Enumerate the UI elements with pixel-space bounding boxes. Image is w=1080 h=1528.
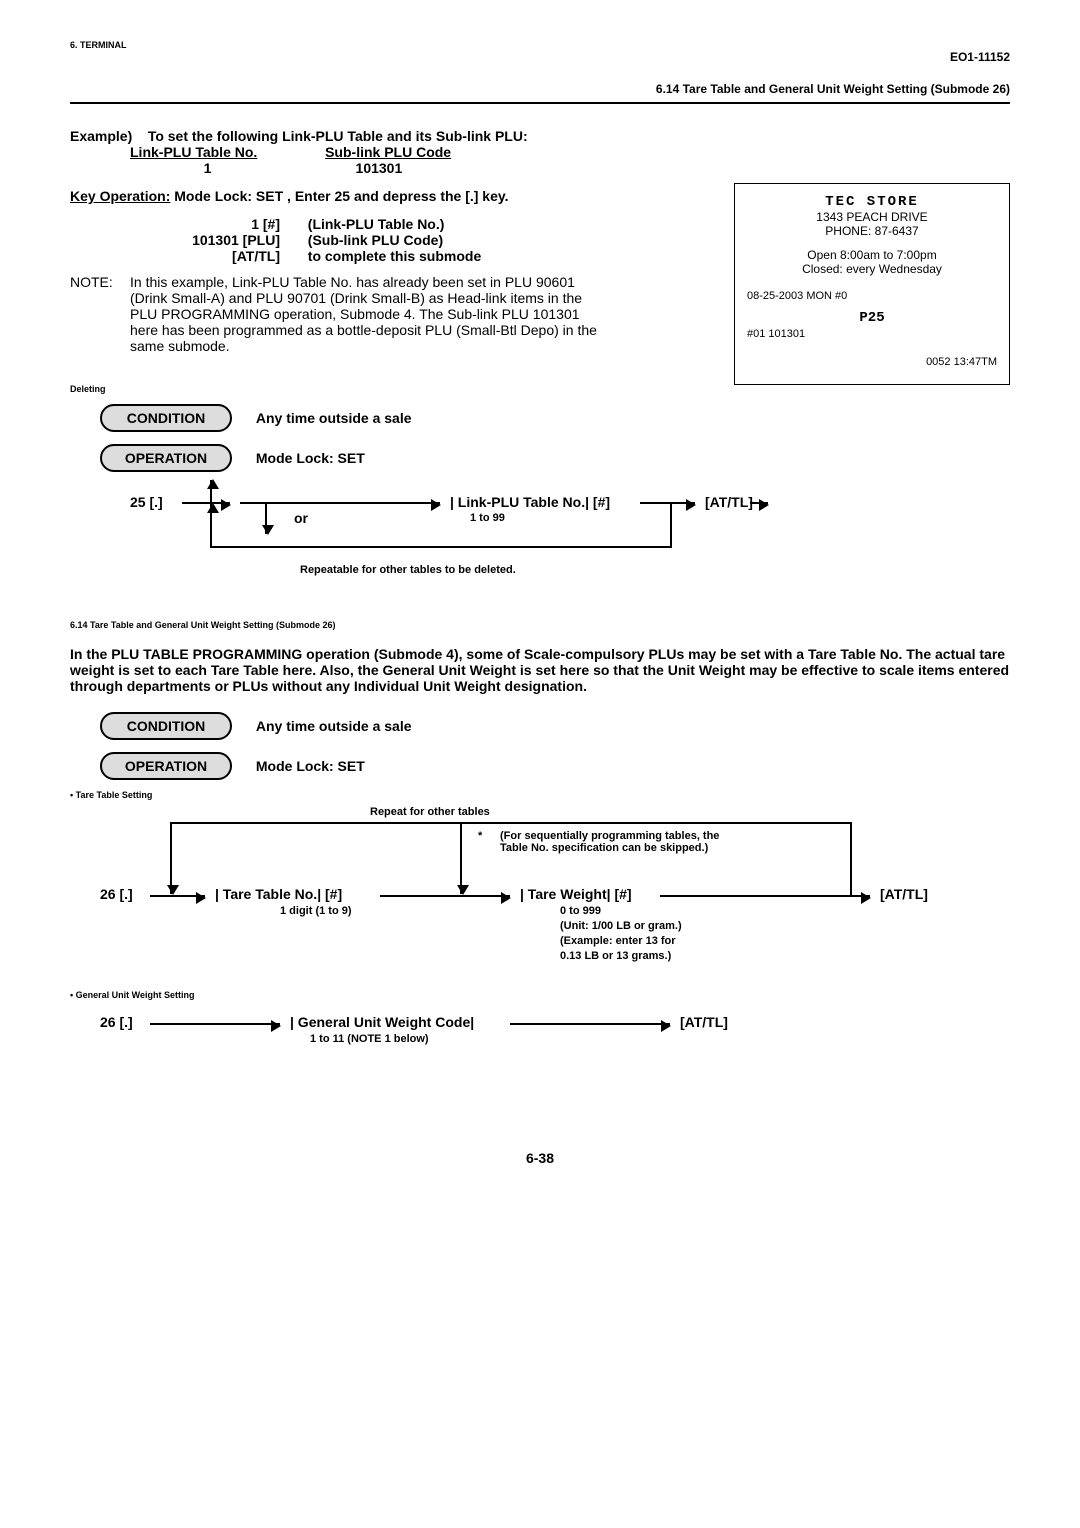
receipt-footer: 0052 13:47TM (747, 356, 997, 368)
tare-end: [AT/TL] (880, 886, 928, 902)
keyseq-1-right: (Link-PLU Table No.) (308, 216, 445, 232)
flow25-item: | Link-PLU Table No.| [#] (450, 494, 610, 510)
key-operation: Key Operation: Mode Lock: SET , Enter 25… (70, 188, 630, 204)
note-label: NOTE: (70, 274, 130, 354)
guw-prefix: 26 [.] (100, 1014, 133, 1030)
chapter-marker: 6. TERMINAL (70, 40, 1010, 50)
condition-text-2: Any time outside a sale (256, 718, 412, 734)
tare-wt-d3: (Example: enter 13 for (560, 935, 676, 947)
flow25-note: Repeatable for other tables to be delete… (300, 564, 516, 576)
example-col2-val: 101301 (289, 160, 469, 176)
tare-no-item: | Tare Table No.| [#] (215, 886, 342, 902)
note-text: In this example, Link-PLU Table No. has … (130, 274, 610, 354)
operation-text: Mode Lock: SET (256, 450, 365, 466)
receipt-store: TEC STORE (747, 194, 997, 210)
tare-no-detail: 1 digit (1 to 9) (280, 905, 352, 917)
keyseq-2-left: 101301 [PLU] (170, 232, 280, 248)
keyseq-3-right: to complete this submode (308, 248, 481, 264)
tare-repeat-note: Repeat for other tables (370, 806, 490, 818)
tare-skip-note: (For sequentially programming tables, th… (500, 830, 730, 854)
flow25-end: [AT/TL] (705, 494, 753, 510)
receipt-phone: PHONE: 87-6437 (747, 224, 997, 238)
receipt-addr: 1343 PEACH DRIVE (747, 210, 997, 224)
example-col1-val: 1 (130, 160, 285, 176)
section-subheader: 6.14 Tare Table and General Unit Weight … (70, 82, 1010, 96)
keyseq-2-right: (Sub-link PLU Code) (308, 232, 443, 248)
doc-code: EO1-11152 (70, 50, 1010, 64)
receipt-mode: P25 (747, 310, 997, 326)
tare-prefix: 26 [.] (100, 886, 133, 902)
condition-pill-2: CONDITION (100, 712, 232, 740)
example-col1-hdr: Link-PLU Table No. (130, 144, 257, 160)
tare-wt-d4: 0.13 LB or 13 grams.) (560, 950, 671, 962)
sec614-para: In the PLU TABLE PROGRAMMING operation (… (70, 646, 1010, 694)
flow25-prefix: 25 [.] (130, 494, 163, 510)
deleting-title: Deleting (70, 384, 1010, 394)
sec614-heading: 6.14 Tare Table and General Unit Weight … (70, 620, 1010, 630)
guw-detail: 1 to 11 (NOTE 1 below) (310, 1033, 429, 1045)
guw-end: [AT/TL] (680, 1014, 728, 1030)
receipt-dateline: 08-25-2003 MON #0 (747, 290, 997, 302)
tare-subheading: • Tare Table Setting (70, 790, 1010, 800)
receipt-preview: TEC STORE 1343 PEACH DRIVE PHONE: 87-643… (734, 183, 1010, 385)
example-col2-hdr: Sub-link PLU Code (325, 144, 451, 160)
keyseq-1-left: 1 [#] (170, 216, 280, 232)
receipt-hours: Open 8:00am to 7:00pm (747, 248, 997, 262)
page-number: 6-38 (70, 1150, 1010, 1166)
operation-pill: OPERATION (100, 444, 232, 472)
example-line1: Example) To set the following Link-PLU T… (70, 128, 630, 144)
deleting-flow: 25 [.] | Link-PLU Table No.| [#] 1 to 99… (70, 480, 1010, 590)
operation-pill-2: OPERATION (100, 752, 232, 780)
tare-wt-d2: (Unit: 1/00 LB or gram.) (560, 920, 682, 932)
condition-pill: CONDITION (100, 404, 232, 432)
tare-flow: Repeat for other tables * (For sequentia… (70, 800, 1010, 990)
flow25-range: 1 to 99 (470, 512, 505, 524)
tare-wt-d1: 0 to 999 (560, 905, 601, 917)
flow25-or: or (294, 510, 308, 526)
tare-wt-item: | Tare Weight| [#] (520, 886, 632, 902)
condition-text: Any time outside a sale (256, 410, 412, 426)
header-rule (70, 102, 1010, 104)
keyseq-3-left: [AT/TL] (170, 248, 280, 264)
tare-skip-star: * (478, 830, 482, 842)
operation-text-2: Mode Lock: SET (256, 758, 365, 774)
guw-flow: 26 [.] | General Unit Weight Code| 1 to … (70, 1000, 1010, 1070)
receipt-item: #01 101301 (747, 328, 997, 340)
receipt-closed: Closed: every Wednesday (747, 262, 997, 276)
guw-item: | General Unit Weight Code| (290, 1014, 474, 1030)
guw-subheading: • General Unit Weight Setting (70, 990, 1010, 1000)
